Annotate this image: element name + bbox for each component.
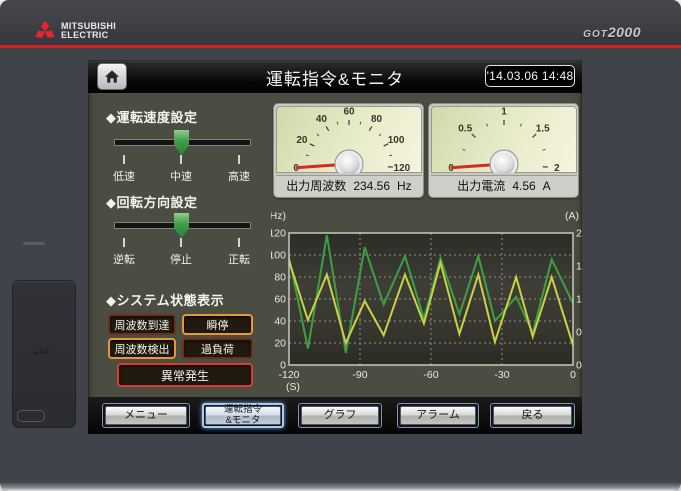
- bezel-top-band: MITSUBISHI ELECTRIC GOT2000: [0, 0, 681, 45]
- speed-label-low: 低速: [102, 168, 146, 184]
- speed-section-title: ◆運転速度設定: [106, 107, 198, 126]
- svg-text:80: 80: [371, 114, 383, 125]
- footer-button-back[interactable]: 戻る: [490, 403, 575, 428]
- frequency-gauge-value: 234.56: [353, 179, 390, 193]
- svg-text:60: 60: [274, 294, 286, 306]
- usb-icon: [33, 347, 53, 359]
- svg-text:20: 20: [296, 135, 308, 146]
- current-gauge-readout: 出力電流 4.56 A: [431, 175, 577, 196]
- footer-button-back-label: 戻る: [522, 409, 544, 421]
- svg-text:100: 100: [388, 135, 405, 146]
- current-gauge-value: 4.56: [512, 179, 535, 193]
- svg-text:120: 120: [271, 228, 286, 240]
- direction-slider-handle[interactable]: [174, 213, 189, 238]
- svg-text:60: 60: [343, 107, 355, 118]
- speed-tick-low: [123, 155, 125, 164]
- direction-label-stop: 停止: [159, 251, 203, 267]
- svg-text:1.5: 1.5: [576, 261, 582, 273]
- current-gauge-unit: A: [543, 179, 551, 193]
- gauge-panel-frequency: 020406080100120 出力周波数 234.56 Hz: [273, 103, 424, 198]
- direction-tick-reverse: [123, 238, 125, 247]
- brand-logo: MITSUBISHI ELECTRIC: [34, 19, 116, 43]
- speed-slider-handle[interactable]: [174, 130, 189, 155]
- svg-text:0.5: 0.5: [458, 123, 472, 134]
- model-number: 2000: [608, 24, 641, 40]
- bezel-red-stripe: [0, 45, 681, 48]
- svg-text:40: 40: [316, 114, 328, 125]
- svg-text:0: 0: [576, 360, 582, 372]
- frequency-gauge-label: 出力周波数: [286, 177, 346, 194]
- footer-button-operation-monitor-line1: 運転指令: [224, 405, 262, 415]
- footer-button-operation-monitor[interactable]: 運転指令 &モニタ: [202, 403, 284, 428]
- svg-text:2: 2: [576, 228, 582, 240]
- svg-text:(Hz): (Hz): [271, 210, 286, 222]
- touch-screen: 運転指令&モニタ '14.03.06 14:48 ◆運転速度設定 低速 中速 高…: [88, 60, 582, 434]
- footer-bar: メニュー 運転指令 &モニタ グラフ アラーム 戻る: [88, 397, 582, 434]
- clock-display: '14.03.06 14:48: [485, 65, 575, 87]
- home-icon: [103, 68, 121, 85]
- footer-button-alarm[interactable]: アラーム: [397, 403, 479, 428]
- svg-text:40: 40: [274, 316, 286, 328]
- frequency-gauge-unit: Hz: [397, 179, 412, 193]
- footer-button-operation-monitor-line2: &モニタ: [226, 416, 261, 426]
- svg-text:2: 2: [554, 163, 560, 173]
- footer-button-graph[interactable]: グラフ: [298, 403, 382, 428]
- footer-button-graph-label: グラフ: [324, 409, 357, 421]
- svg-text:-30: -30: [494, 369, 509, 381]
- direction-label-reverse: 逆転: [102, 251, 146, 267]
- direction-section-title: ◆回転方向設定: [106, 192, 198, 211]
- speed-label-high: 高速: [217, 168, 261, 184]
- model-prefix: GOT: [583, 29, 608, 40]
- svg-text:80: 80: [274, 272, 286, 284]
- svg-text:0: 0: [570, 369, 576, 381]
- svg-text:-90: -90: [352, 369, 367, 381]
- svg-text:120: 120: [394, 163, 411, 173]
- svg-text:(S): (S): [286, 381, 300, 393]
- speed-label-mid: 中速: [159, 168, 203, 184]
- svg-text:-60: -60: [423, 369, 438, 381]
- direction-label-forward: 正転: [217, 251, 261, 267]
- speed-tick-high: [238, 155, 240, 164]
- bezel-label-plate: [17, 410, 45, 422]
- direction-tick-forward: [238, 238, 240, 247]
- status-lamp-overload: 過負荷: [182, 338, 253, 359]
- frequency-gauge-dial: 020406080100120: [276, 106, 422, 173]
- svg-text:(A): (A): [565, 210, 579, 222]
- status-lamp-frequency-detected: 周波数検出: [108, 338, 176, 359]
- brand-text: MITSUBISHI ELECTRIC: [61, 22, 116, 41]
- speed-tick-mid: [180, 155, 182, 164]
- svg-text:20: 20: [274, 338, 286, 350]
- footer-button-alarm-label: アラーム: [416, 409, 460, 421]
- current-gauge-dial: 00.511.52: [431, 106, 577, 173]
- svg-text:1: 1: [576, 294, 582, 306]
- status-lamp-momentary-stop: 瞬停: [182, 314, 253, 335]
- frequency-gauge-readout: 出力周波数 234.56 Hz: [276, 175, 422, 196]
- got2000-hmi-device: MITSUBISHI ELECTRIC GOT2000 運転指令&モニタ '14…: [0, 0, 681, 491]
- home-button[interactable]: [97, 63, 127, 90]
- status-lamp-error-occurred: 異常発生: [117, 363, 253, 387]
- usb-port-cover[interactable]: [12, 280, 76, 428]
- trend-chart-svg: (Hz) (A) 0 20 40 60 80 100 120 0 0.5 1 1.5 2 -120 -90 -6…: [271, 206, 582, 394]
- status-lamp-frequency-reached: 周波数到達: [108, 314, 176, 335]
- model-logo: GOT2000: [583, 24, 641, 42]
- svg-text:0.5: 0.5: [576, 327, 582, 339]
- status-section-title: ◆システム状態表示: [106, 290, 224, 309]
- bezel-slit: [23, 242, 45, 245]
- direction-tick-stop: [180, 238, 182, 247]
- brand-line2: ELECTRIC: [61, 31, 116, 40]
- gauge-panel-current: 00.511.52 出力電流 4.56 A: [428, 103, 579, 198]
- footer-button-menu-label: メニュー: [124, 409, 168, 421]
- footer-button-menu[interactable]: メニュー: [102, 403, 190, 428]
- mitsubishi-diamond-icon: [34, 19, 56, 43]
- trend-chart: (Hz) (A) 0 20 40 60 80 100 120 0 0.5 1 1.5 2 -120 -90 -6…: [271, 206, 582, 394]
- svg-text:100: 100: [271, 250, 286, 262]
- svg-text:1: 1: [501, 107, 507, 118]
- current-gauge-label: 出力電流: [457, 177, 505, 194]
- bezel-bottom-edge: [0, 482, 681, 491]
- svg-text:1.5: 1.5: [536, 123, 550, 134]
- svg-text:-120: -120: [278, 369, 299, 381]
